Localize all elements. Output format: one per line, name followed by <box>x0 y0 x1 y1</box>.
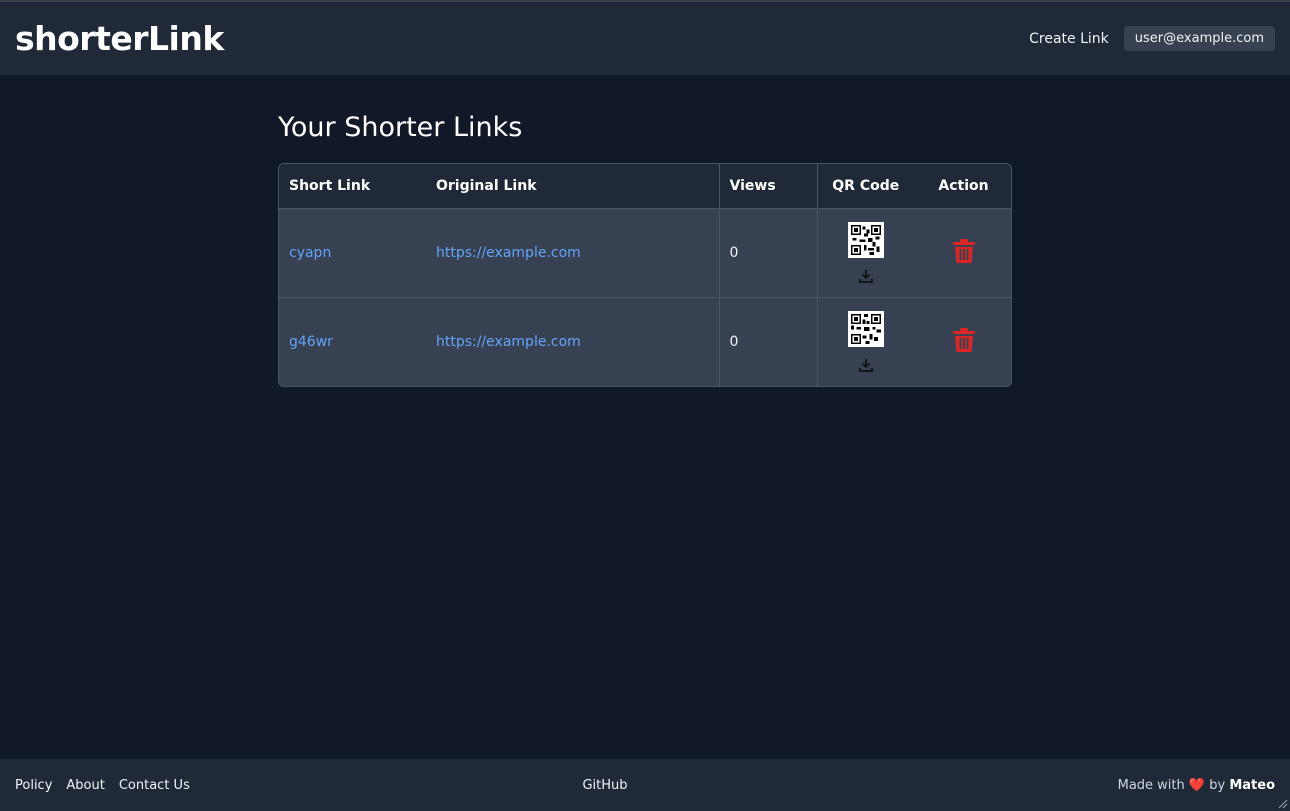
footer-link-contact[interactable]: Contact Us <box>119 778 190 793</box>
footer: Policy About Contact Us GitHub Made with… <box>0 759 1290 811</box>
trash-icon[interactable] <box>952 327 975 352</box>
col-header-short-link: Short Link <box>279 164 426 208</box>
table-row: g46wr https://example.com 0 <box>279 296 1011 386</box>
table-row: cyapn https://example.com 0 <box>279 207 1011 297</box>
footer-center: GitHub <box>415 778 935 793</box>
qr-code-icon[interactable] <box>847 310 884 347</box>
qr-cell <box>816 296 914 386</box>
main-content: Your Shorter Links Short Link Original L… <box>278 112 1012 387</box>
made-with-text: Made with <box>1117 777 1185 793</box>
by-text: by <box>1209 777 1226 793</box>
views-count: 0 <box>718 207 817 297</box>
create-link-nav[interactable]: Create Link <box>1029 31 1109 47</box>
author-name: Mateo <box>1229 777 1275 793</box>
col-header-views: Views <box>718 164 817 208</box>
action-cell <box>914 296 1011 386</box>
short-link[interactable]: cyapn <box>289 245 331 261</box>
top-navbar: shorterLink Create Link user@example.com <box>0 2 1290 75</box>
footer-link-policy[interactable]: Policy <box>15 778 52 793</box>
github-link[interactable]: GitHub <box>582 778 627 793</box>
download-icon[interactable] <box>858 268 874 284</box>
links-table: Short Link Original Link Views QR Code A… <box>279 164 1011 386</box>
col-header-qr-code: QR Code <box>816 164 914 208</box>
action-cell <box>914 207 1011 297</box>
original-link[interactable]: https://example.com <box>436 334 581 350</box>
views-count: 0 <box>718 296 817 386</box>
brand-logo[interactable]: shorterLink <box>15 19 224 58</box>
short-link[interactable]: g46wr <box>289 334 333 350</box>
user-email-button[interactable]: user@example.com <box>1123 26 1275 51</box>
table-header-row: Short Link Original Link Views QR Code A… <box>279 164 1011 208</box>
qr-cell <box>816 207 914 297</box>
trash-icon[interactable] <box>952 238 975 263</box>
original-link[interactable]: https://example.com <box>436 245 581 261</box>
qr-code-icon[interactable] <box>847 221 884 258</box>
footer-credit: Made with ❤️ by Mateo <box>935 778 1275 793</box>
download-icon[interactable] <box>858 357 874 373</box>
links-table-container: Short Link Original Link Views QR Code A… <box>278 163 1012 387</box>
col-header-original-link: Original Link <box>426 164 719 208</box>
footer-links: Policy About Contact Us <box>15 778 415 793</box>
heart-icon: ❤️ <box>1188 777 1206 793</box>
col-header-action: Action <box>914 164 1011 208</box>
resize-grip-icon[interactable] <box>1276 797 1288 809</box>
footer-link-about[interactable]: About <box>66 778 104 793</box>
nav-actions: Create Link user@example.com <box>1029 26 1275 51</box>
page-title: Your Shorter Links <box>278 112 523 143</box>
